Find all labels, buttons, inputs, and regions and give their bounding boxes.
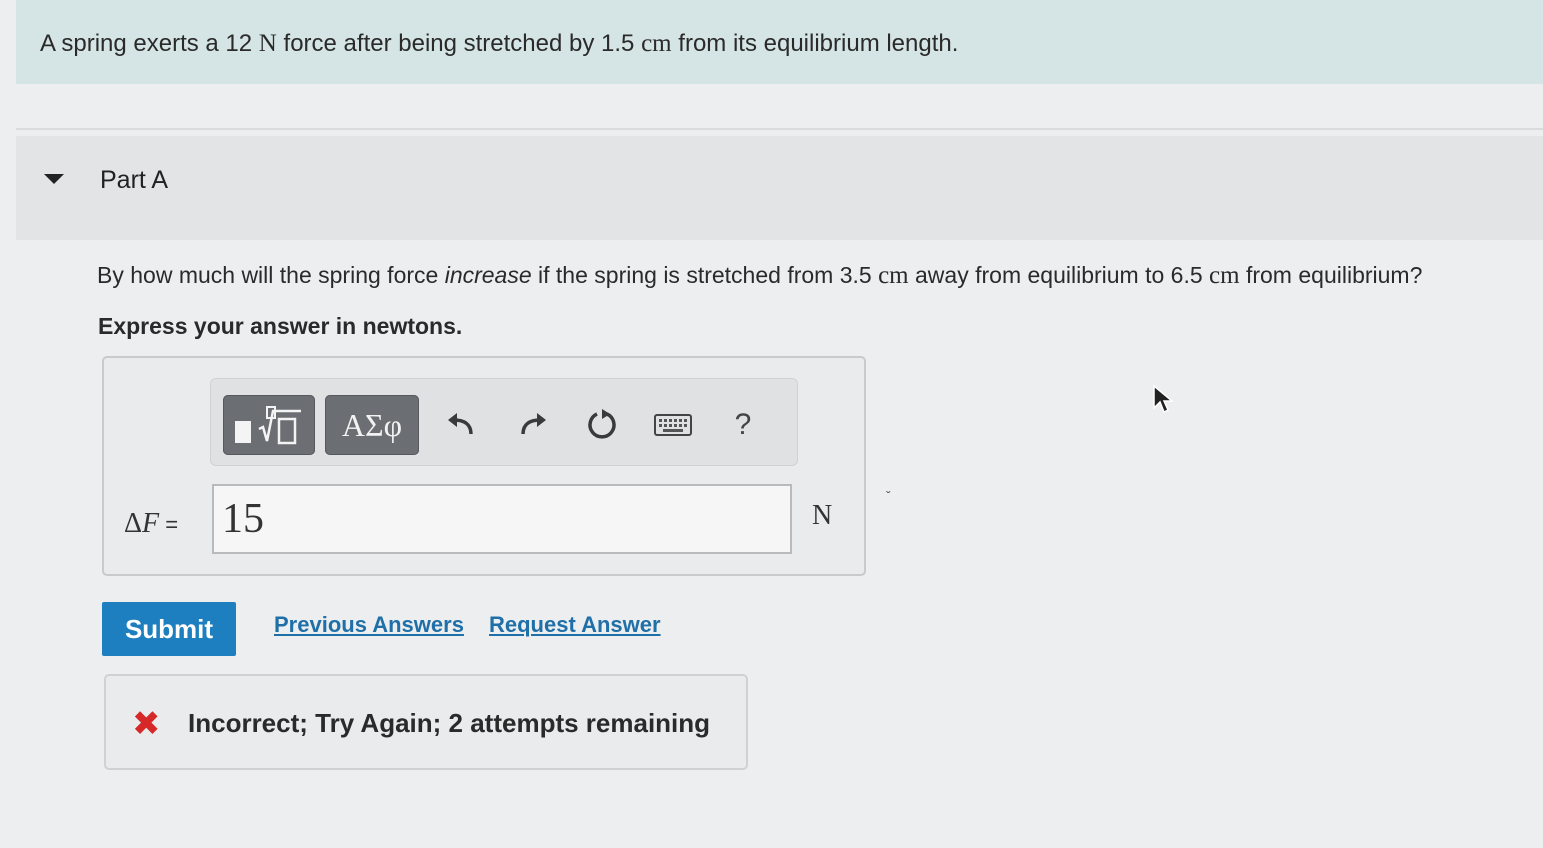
question-text-2: if the spring is stretched from 3.5 — [531, 262, 879, 288]
answer-instruction: Express your answer in newtons. — [98, 313, 463, 339]
length-unit: cm — [641, 30, 672, 57]
problem-text-middle: force after being stretched by 1.5 — [276, 30, 642, 57]
answer-unit: N — [812, 500, 833, 531]
feedback-text: Incorrect; Try Again; 2 attempts remaini… — [188, 708, 711, 738]
question-text-4: from equilibrium? — [1239, 262, 1423, 288]
undo-icon[interactable] — [439, 403, 483, 447]
math-toolbar: ΑΣφ ? — [210, 378, 798, 466]
mouse-cursor-icon — [1153, 384, 1174, 414]
reset-icon[interactable] — [581, 403, 625, 447]
problem-banner: A spring exerts a 12 N force after being… — [16, 0, 1543, 84]
part-a-header[interactable]: Part A — [16, 136, 1543, 240]
part-title: Part A — [100, 166, 169, 194]
feedback-box: ✖ Incorrect; Try Again; 2 attempts remai… — [104, 674, 748, 770]
caret-down-icon[interactable] — [44, 174, 64, 184]
equals-sign: = — [159, 512, 179, 537]
delta-symbol: Δ — [124, 508, 143, 539]
problem-statement: A spring exerts a 12 N force after being… — [40, 30, 958, 58]
variable-label: ΔF = — [124, 508, 178, 540]
question-unit-2: cm — [1209, 262, 1240, 289]
help-button[interactable]: ? — [721, 403, 765, 447]
greek-symbols-button[interactable]: ΑΣφ — [325, 395, 419, 455]
templates-icon — [235, 406, 301, 445]
answer-input[interactable] — [212, 484, 792, 554]
force-unit: N — [258, 30, 277, 57]
question-text-3: away from equilibrium to 6.5 — [908, 262, 1210, 288]
question-unit-1: cm — [878, 262, 909, 289]
question-text: By how much will the spring force increa… — [97, 262, 1422, 290]
variable-symbol: F — [142, 508, 160, 539]
templates-button[interactable] — [223, 395, 315, 455]
answer-box: ΑΣφ ? ΔF = N — [102, 356, 866, 576]
submit-button[interactable]: Submit — [102, 602, 236, 656]
section-divider — [16, 128, 1543, 130]
redo-icon[interactable] — [511, 403, 555, 447]
question-text-1: By how much will the spring force — [97, 262, 445, 288]
request-answer-link[interactable]: Request Answer — [489, 612, 661, 638]
x-mark-icon: ✖ — [132, 705, 161, 743]
keyboard-icon[interactable] — [651, 403, 695, 447]
mark-glyph: ˇ — [886, 488, 891, 504]
page: A spring exerts a 12 N force after being… — [0, 0, 1543, 848]
problem-text-before: A spring exerts a 12 — [40, 30, 259, 57]
previous-answers-link[interactable]: Previous Answers — [274, 612, 464, 638]
problem-text-after: from its equilibrium length. — [671, 30, 959, 57]
question-emphasis: increase — [444, 262, 532, 288]
